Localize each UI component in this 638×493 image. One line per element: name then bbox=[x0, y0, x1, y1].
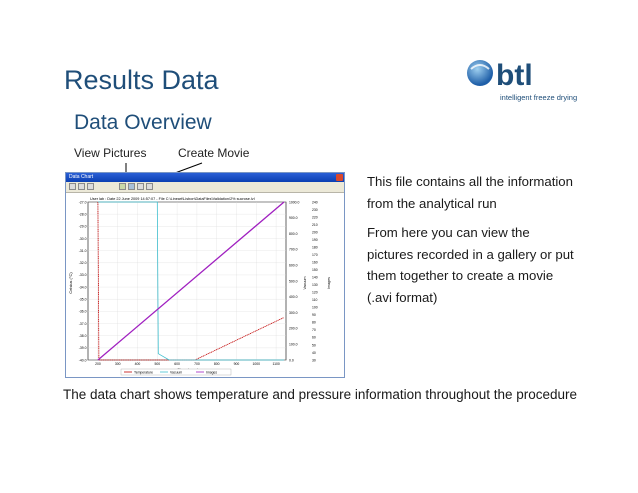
vacuum-tick-label: 900.0 bbox=[289, 216, 298, 220]
images-tick-label: 240 bbox=[312, 200, 318, 204]
vacuum-tick-label: 300.0 bbox=[289, 311, 298, 315]
data-chart-window: Data Chart User lab : Date 22 June 2009 … bbox=[65, 172, 345, 378]
logo-wordmark: btl bbox=[496, 59, 533, 92]
print-icon[interactable] bbox=[78, 183, 85, 190]
images-tick-label: 190 bbox=[312, 238, 318, 242]
y-tick-label: -29.0 bbox=[79, 225, 87, 229]
y-tick-label: -36.0 bbox=[79, 310, 87, 314]
images-tick-label: 230 bbox=[312, 208, 318, 212]
images-tick-label: 170 bbox=[312, 253, 318, 257]
data-chart: User lab : Date 22 June 2009 14:57:07 - … bbox=[66, 193, 344, 377]
close-icon[interactable] bbox=[336, 174, 343, 181]
description-paragraph-2: From here you can view the pictures reco… bbox=[367, 225, 574, 305]
pictures-icon[interactable] bbox=[119, 183, 126, 190]
images-tick-label: 100 bbox=[312, 306, 318, 310]
x-tick-label: 800 bbox=[214, 362, 220, 366]
y-tick-label: -30.0 bbox=[79, 237, 87, 241]
y-tick-label: -33.0 bbox=[79, 273, 87, 277]
x-tick-label: 600 bbox=[174, 362, 180, 366]
save-icon[interactable] bbox=[69, 183, 76, 190]
x-tick-label: 900 bbox=[234, 362, 240, 366]
x-tick-label: 1000 bbox=[253, 362, 261, 366]
vacuum-tick-label: 600.0 bbox=[289, 264, 298, 268]
y-axis-label: Celsius (°C) bbox=[68, 272, 73, 294]
y-tick-label: -27.0 bbox=[79, 200, 87, 204]
images-tick-label: 140 bbox=[312, 276, 318, 280]
vacuum-tick-label: 400.0 bbox=[289, 295, 298, 299]
legend-label-temperature: Temperature bbox=[134, 370, 153, 374]
window-title: Data Chart bbox=[69, 174, 94, 180]
vacuum-tick-label: 0.0 bbox=[289, 358, 294, 362]
y-tick-label: -32.0 bbox=[79, 261, 87, 265]
legend-label-images: Images bbox=[206, 370, 217, 374]
vacuum-tick-label: 200.0 bbox=[289, 327, 298, 331]
chart-file-info: User lab : Date 22 June 2009 14:57:07 - … bbox=[90, 197, 255, 201]
images-tick-label: 220 bbox=[312, 215, 318, 219]
images-tick-label: 160 bbox=[312, 260, 318, 264]
vacuum-tick-label: 1000.0 bbox=[289, 200, 299, 204]
images-tick-label: 130 bbox=[312, 283, 318, 287]
zoom-icon[interactable] bbox=[87, 183, 94, 190]
y-tick-label: -34.0 bbox=[79, 285, 87, 289]
images-tick-label: 80 bbox=[312, 321, 316, 325]
info-icon[interactable] bbox=[146, 183, 153, 190]
images-tick-label: 60 bbox=[312, 336, 316, 340]
images-tick-label: 150 bbox=[312, 268, 318, 272]
x-tick-label: 400 bbox=[135, 362, 141, 366]
y-tick-label: -39.0 bbox=[79, 346, 87, 350]
vacuum-axis-label: Vacuum bbox=[303, 277, 307, 290]
images-tick-label: 200 bbox=[312, 230, 318, 234]
y-tick-label: -40.0 bbox=[79, 358, 87, 362]
legend-label-vacuum: Vacuum bbox=[170, 370, 182, 374]
images-axis-label: Images bbox=[327, 277, 331, 289]
x-tick-label: 1100 bbox=[272, 362, 279, 366]
camera-icon[interactable] bbox=[137, 183, 144, 190]
x-tick-label: 300 bbox=[115, 362, 121, 366]
x-tick-label: 700 bbox=[194, 362, 200, 366]
images-tick-label: 70 bbox=[312, 328, 316, 332]
images-tick-label: 40 bbox=[312, 351, 316, 355]
y-tick-label: -37.0 bbox=[79, 322, 87, 326]
images-tick-label: 180 bbox=[312, 245, 318, 249]
vacuum-tick-label: 100.0 bbox=[289, 343, 298, 347]
images-tick-label: 110 bbox=[312, 298, 318, 302]
images-tick-label: 50 bbox=[312, 343, 316, 347]
window-toolbar bbox=[66, 182, 344, 193]
images-tick-label: 30 bbox=[312, 358, 316, 362]
movie-icon[interactable] bbox=[128, 183, 135, 190]
slide-caption: The data chart shows temperature and pre… bbox=[62, 387, 578, 402]
y-tick-label: -28.0 bbox=[79, 212, 87, 216]
window-titlebar[interactable]: Data Chart bbox=[66, 173, 344, 182]
description-text: This file contains all the information f… bbox=[367, 171, 577, 316]
y-tick-label: -38.0 bbox=[79, 334, 87, 338]
description-paragraph-1: This file contains all the information f… bbox=[367, 174, 573, 211]
logo-tagline: intelligent freeze drying bbox=[500, 93, 578, 102]
vacuum-tick-label: 800.0 bbox=[289, 232, 298, 236]
images-tick-label: 90 bbox=[312, 313, 316, 317]
x-tick-label: 200 bbox=[95, 362, 101, 366]
vacuum-tick-label: 500.0 bbox=[289, 279, 298, 283]
images-tick-label: 120 bbox=[312, 291, 318, 295]
x-tick-label: 500 bbox=[154, 362, 160, 366]
vacuum-tick-label: 700.0 bbox=[289, 248, 298, 252]
y-tick-label: -31.0 bbox=[79, 249, 87, 253]
images-tick-label: 210 bbox=[312, 223, 318, 227]
y-tick-label: -35.0 bbox=[79, 298, 87, 302]
chart-legend: Temperature Vacuum Images bbox=[120, 368, 232, 376]
